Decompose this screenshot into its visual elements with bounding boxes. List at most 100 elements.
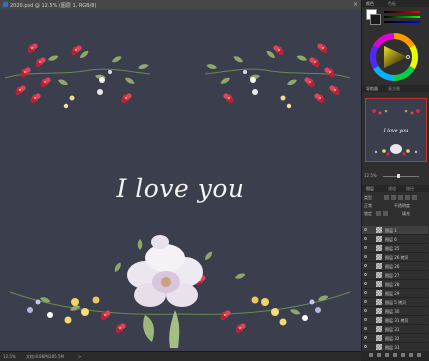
visibility-eye-icon[interactable] <box>364 300 367 303</box>
add-mask-icon[interactable] <box>385 353 389 357</box>
love-text-layer[interactable]: I love you <box>0 174 361 203</box>
layer-row[interactable]: 图层 5 拷贝 <box>362 298 428 307</box>
blend-mode-select[interactable]: 正常 <box>364 203 372 209</box>
layer-row[interactable]: 图层 32 <box>362 334 428 343</box>
document-tab-title[interactable]: 2020.psd @ 12.5% (图层 1, RGB/8) <box>10 2 96 9</box>
kind-filter-select[interactable]: 类型 <box>364 195 372 201</box>
layer-thumbnail <box>376 326 382 332</box>
layer-name: 图层 32 <box>385 336 400 341</box>
visibility-eye-icon[interactable] <box>364 336 367 339</box>
layer-row[interactable]: 图层 26 拷贝 <box>362 253 428 262</box>
navigator-zoom-value[interactable]: 12.5% <box>364 173 377 178</box>
tab-navigator[interactable]: 导航器 <box>366 86 378 92</box>
layer-thumbnail <box>376 299 382 305</box>
filter-shape-icon[interactable] <box>405 195 410 200</box>
visibility-eye-icon[interactable] <box>364 255 367 258</box>
filter-pixel-icon[interactable] <box>384 195 389 200</box>
navigator-zoom-knob[interactable] <box>397 174 400 178</box>
lock-label: 锁定 <box>364 211 372 216</box>
visibility-eye-icon[interactable] <box>364 264 367 267</box>
adjustment-layer-icon[interactable] <box>393 353 397 357</box>
visibility-eye-icon[interactable] <box>364 309 367 312</box>
link-layers-icon[interactable] <box>369 353 373 357</box>
layer-filter-row: 类型 <box>362 194 428 201</box>
layer-thumbnail <box>376 317 382 323</box>
color-panel-header: 颜色 色板 <box>362 0 429 7</box>
status-zoom[interactable]: 12.5% <box>3 354 16 359</box>
layer-name: 图层 26 <box>385 264 400 269</box>
layer-thumbnail <box>376 344 382 350</box>
bottom-floral-garland <box>9 235 351 348</box>
layer-name: 图层 27 <box>385 273 400 278</box>
layer-row[interactable]: 图层 6 <box>362 235 428 244</box>
visibility-eye-icon[interactable] <box>364 327 367 330</box>
layer-thumbnail <box>376 227 382 233</box>
layer-row[interactable]: 图层 29 <box>362 289 428 298</box>
layer-name: 图层 26 拷贝 <box>385 255 409 260</box>
tab-channels[interactable]: 通道 <box>388 186 396 192</box>
new-layer-icon[interactable] <box>409 353 413 357</box>
filter-type-icon[interactable] <box>398 195 403 200</box>
green-slider[interactable] <box>384 16 420 18</box>
layer-thumbnail <box>376 290 382 296</box>
layer-row[interactable]: 图层 28 <box>362 280 428 289</box>
visibility-eye-icon[interactable] <box>364 318 367 321</box>
filter-smart-icon[interactable] <box>412 195 417 200</box>
layer-name: 图层 1 <box>385 228 397 233</box>
layer-row[interactable]: 图层 26 <box>362 262 428 271</box>
layer-row[interactable]: 图层 27 <box>362 271 428 280</box>
layer-thumbnail <box>376 263 382 269</box>
visibility-eye-icon[interactable] <box>364 246 367 249</box>
layer-row[interactable]: 图层 30 <box>362 307 428 316</box>
layer-row[interactable]: 图层 31 拷贝 <box>362 316 428 325</box>
layer-thumbnail <box>376 236 382 242</box>
blue-slider[interactable] <box>384 21 420 23</box>
visibility-eye-icon[interactable] <box>364 237 367 240</box>
lock-pixels-icon[interactable] <box>376 211 381 216</box>
navigator-zoom-row: 12.5% <box>361 173 429 179</box>
tab-color[interactable]: 颜色 <box>366 1 374 7</box>
layers-panel-header: 图层 通道 路径 <box>362 185 429 192</box>
layer-row[interactable]: 图层 31 <box>362 325 428 334</box>
layers-footer-toolbar <box>361 351 429 360</box>
navigator-panel-header: 导航器 直方图 <box>362 85 429 92</box>
layer-style-icon[interactable] <box>377 353 381 357</box>
layer-name: 图层 6 <box>385 237 397 242</box>
close-tab-icon[interactable]: × <box>353 1 358 8</box>
layers-list: 图层 1 图层 6 图层 25 图层 26 拷贝 图层 26 图层 27 图层 … <box>362 226 428 361</box>
status-arrow-icon[interactable]: > <box>78 354 81 359</box>
new-group-icon[interactable] <box>401 353 405 357</box>
layer-name: 图层 31 拷贝 <box>385 318 409 323</box>
layer-name: 图层 28 <box>385 282 400 287</box>
layer-name: 图层 25 <box>385 246 400 251</box>
lock-position-icon[interactable] <box>383 211 388 216</box>
visibility-eye-icon[interactable] <box>364 291 367 294</box>
layer-thumbnail <box>376 272 382 278</box>
tab-layers[interactable]: 图层 <box>366 186 374 192</box>
layer-name: 图层 31 <box>385 327 400 332</box>
layer-thumbnail <box>376 254 382 260</box>
background-color-swatch[interactable] <box>370 14 381 25</box>
navigator-thumbnail[interactable]: I love you <box>365 98 427 162</box>
delete-layer-icon[interactable] <box>417 353 421 357</box>
layer-thumbnail <box>376 245 382 251</box>
visibility-eye-icon[interactable] <box>364 282 367 285</box>
color-wheel[interactable] <box>370 33 418 81</box>
visibility-eye-icon[interactable] <box>364 345 367 348</box>
filter-adjust-icon[interactable] <box>391 195 396 200</box>
layer-row[interactable]: 图层 25 <box>362 244 428 253</box>
fill-label: 填充 <box>402 211 410 216</box>
layer-name: 图层 29 <box>385 291 400 296</box>
layer-row[interactable]: 图层 1 <box>362 226 428 235</box>
tab-paths[interactable]: 路径 <box>406 186 414 192</box>
status-doc-info: 文档:8.86M/285.5M <box>26 354 64 359</box>
tab-swatches[interactable]: 色板 <box>388 1 396 7</box>
red-slider[interactable] <box>384 11 420 13</box>
navigator-zoom-slider[interactable] <box>383 176 419 177</box>
thumbnail-text: I love you <box>383 128 409 134</box>
top-right-floral-branch <box>204 43 351 109</box>
visibility-eye-icon[interactable] <box>364 273 367 276</box>
layer-thumbnail <box>376 308 382 314</box>
visibility-eye-icon[interactable] <box>364 228 367 231</box>
tab-histogram[interactable]: 直方图 <box>388 86 400 92</box>
